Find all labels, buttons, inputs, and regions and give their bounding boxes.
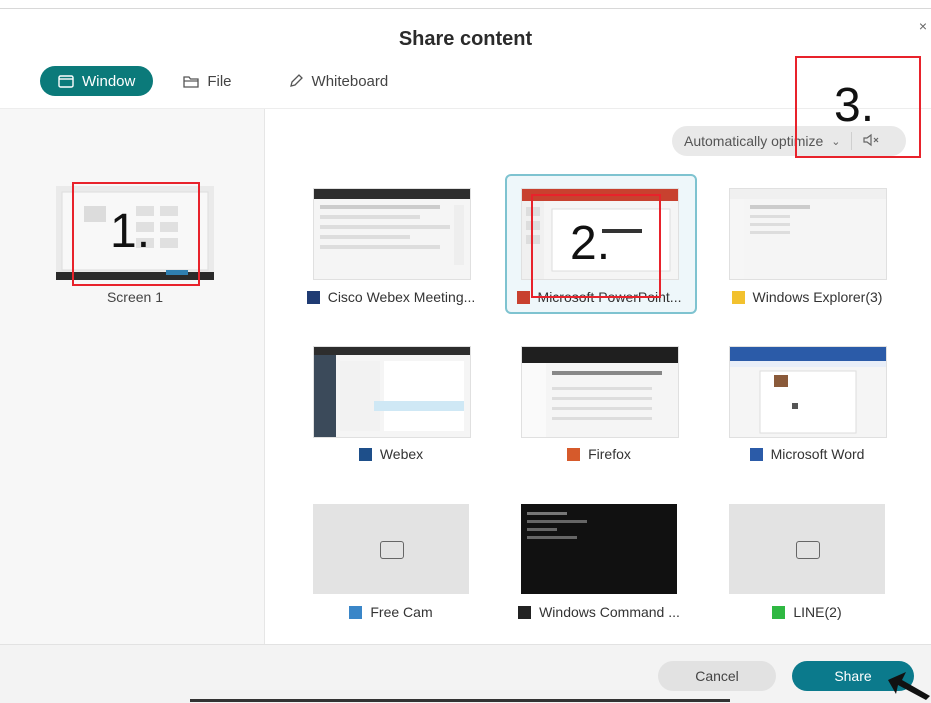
window-thumbnail-windows-explorer[interactable] xyxy=(729,188,887,280)
window-label-word: Microsoft Word xyxy=(707,446,907,462)
window-thumbnail-line[interactable] xyxy=(729,504,885,594)
window-thumbnail-word[interactable] xyxy=(729,346,887,438)
window-icon xyxy=(58,74,74,88)
share-type-tabs: Window File Whiteboard xyxy=(40,66,404,96)
tab-whiteboard[interactable]: Whiteboard xyxy=(272,66,405,96)
webex-meetings-icon xyxy=(306,290,320,304)
annotation-label-1: 1. xyxy=(110,205,151,258)
firefox-icon xyxy=(567,447,581,461)
free-cam-icon xyxy=(349,605,363,619)
window-thumbnail-cisco-webex[interactable] xyxy=(313,188,471,280)
window-title: Firefox xyxy=(588,446,631,462)
window-label-command-prompt: Windows Command ... xyxy=(499,604,699,620)
pencil-icon xyxy=(289,74,303,87)
folder-app-icon xyxy=(731,290,745,304)
window-title: LINE(2) xyxy=(793,604,842,620)
window-label-windows-explorer: Windows Explorer(3) xyxy=(707,289,907,305)
window-thumbnail-webex[interactable] xyxy=(313,346,471,438)
annotation-label-2: 2. xyxy=(570,217,611,270)
window-thumbnail-firefox[interactable] xyxy=(521,346,679,438)
window-placeholder-icon xyxy=(380,541,404,559)
window-label-free-cam: Free Cam xyxy=(291,604,491,620)
share-content-dialog: Share content × Window File Whiteboard A… xyxy=(0,0,931,703)
tab-file[interactable]: File xyxy=(167,66,247,96)
window-label-firefox: Firefox xyxy=(499,446,699,462)
window-thumbnail-free-cam[interactable] xyxy=(313,504,469,594)
cancel-button[interactable]: Cancel xyxy=(658,661,776,691)
folder-icon xyxy=(183,75,200,88)
tab-window[interactable]: Window xyxy=(40,66,154,96)
window-title: Windows Command ... xyxy=(539,604,680,620)
annotation-label-3: 3. xyxy=(834,79,875,132)
window-label-webex: Webex xyxy=(291,446,491,462)
window-title: Microsoft Word xyxy=(770,446,865,462)
window-title: Webex xyxy=(379,446,424,462)
tab-whiteboard-label: Whiteboard xyxy=(311,72,389,90)
window-title: Cisco Webex Meeting... xyxy=(327,289,476,305)
tab-window-label: Window xyxy=(82,72,136,90)
dialog-title: Share content xyxy=(398,28,533,50)
powerpoint-icon xyxy=(516,290,530,304)
window-placeholder-icon xyxy=(796,541,820,559)
word-icon xyxy=(749,447,763,461)
window-label-cisco-webex: Cisco Webex Meeting... xyxy=(291,289,491,305)
tab-file-label: File xyxy=(207,72,232,90)
mouse-cursor-icon xyxy=(888,672,930,700)
window-thumbnail-command-prompt[interactable] xyxy=(521,504,677,594)
line-app-icon xyxy=(772,605,786,619)
command-prompt-icon xyxy=(518,605,532,619)
top-divider xyxy=(0,8,931,9)
window-label-line: LINE(2) xyxy=(707,604,907,620)
close-button[interactable]: × xyxy=(919,18,927,34)
webex-icon xyxy=(358,447,372,461)
window-title: Windows Explorer(3) xyxy=(752,289,883,305)
window-title: Free Cam xyxy=(370,604,433,620)
screen-1-label: Screen 1 xyxy=(106,289,164,305)
